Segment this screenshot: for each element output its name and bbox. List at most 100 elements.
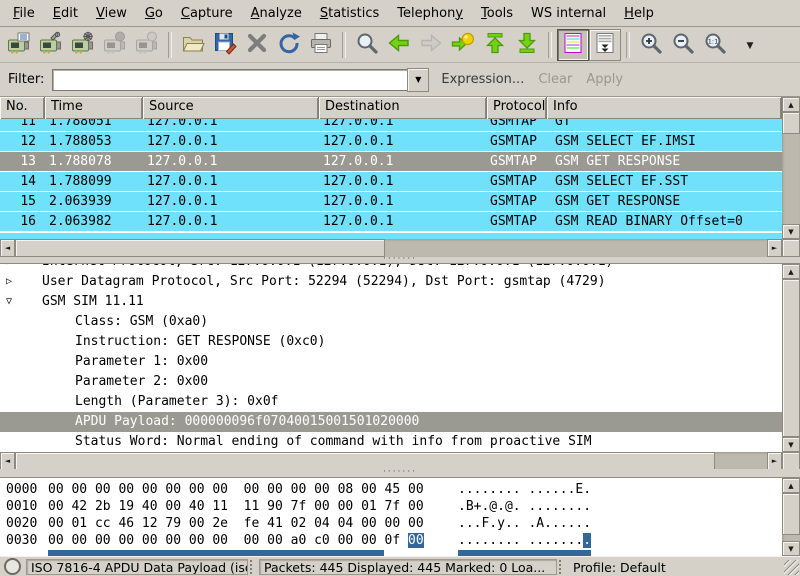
find-packet-button[interactable] — [351, 29, 383, 61]
hex-row[interactable]: 001000 42 2b 19 40 00 40 11 11 90 7f 00 … — [0, 498, 782, 515]
column-header-destination[interactable]: Destination — [319, 97, 487, 119]
menu-edit[interactable]: Edit — [44, 2, 87, 25]
scroll-right-icon[interactable]: ► — [767, 239, 782, 257]
hex-row[interactable]: 000000 00 00 00 00 00 00 00 00 00 00 00 … — [0, 481, 782, 498]
menu-analyze[interactable]: Analyze — [242, 2, 311, 25]
open-file-button[interactable] — [177, 29, 209, 61]
packet-row[interactable]: 141.788099127.0.0.1127.0.0.1GSMTAPGSM SE… — [0, 172, 782, 192]
scroll-up-icon[interactable]: ▲ — [782, 97, 800, 112]
expression-button[interactable]: Expression... — [441, 72, 524, 87]
packet-row[interactable]: 131.788078127.0.0.1127.0.0.1GSMTAPGSM GE… — [0, 152, 782, 172]
close-file-button[interactable] — [241, 29, 273, 61]
capture-restart-button[interactable] — [131, 29, 163, 61]
scroll-down-icon[interactable]: ▼ — [782, 437, 800, 452]
column-header-no[interactable]: No. — [0, 97, 45, 119]
hex-bytes[interactable]: 00 00 00 00 00 00 00 00 00 00 00 00 08 0… — [48, 481, 424, 498]
hex-bytes[interactable]: 00 00 00 00 00 00 00 00 00 00 a0 c0 00 0… — [48, 532, 424, 549]
menu-capture[interactable]: Capture — [172, 2, 242, 25]
go-back-button[interactable] — [383, 29, 415, 61]
filter-dropdown-button[interactable]: ▼ — [407, 68, 429, 92]
detail-row[interactable]: APDU Payload: 000000096f0704001500150102… — [0, 412, 782, 432]
clear-button[interactable]: Clear — [538, 72, 572, 87]
scroll-up-icon[interactable]: ▲ — [782, 478, 800, 493]
expert-info-icon[interactable] — [4, 558, 21, 575]
expand-triangle-icon[interactable]: ▷ — [6, 264, 12, 272]
vscroll-thumb[interactable] — [782, 279, 800, 437]
hscroll-thumb[interactable] — [15, 239, 385, 257]
packet-row[interactable]: 162.063982127.0.0.1127.0.0.1GSMTAPGSM RE… — [0, 212, 782, 232]
detail-row[interactable]: ▷User Datagram Protocol, Src Port: 52294… — [0, 272, 782, 292]
ascii-bytes[interactable]: .B+.@.@. ........ — [458, 498, 591, 515]
hex-row[interactable]: 003000 00 00 00 00 00 00 00 00 00 a0 c0 … — [0, 532, 782, 549]
menu-statistics[interactable]: Statistics — [311, 2, 388, 25]
toolbar-overflow-caret[interactable]: ▼ — [731, 29, 763, 61]
zoom-out-button[interactable] — [667, 29, 699, 61]
capture-options-button[interactable] — [35, 29, 67, 61]
scroll-left-icon[interactable]: ◄ — [0, 452, 15, 470]
packet-row-clipped[interactable]: 111.788051127.0.0.1127.0.0.1GSMTAPGT — [0, 119, 782, 132]
detail-row[interactable]: Status Word: Normal ending of command wi… — [0, 432, 782, 452]
detail-row[interactable]: Parameter 2: 0x00 — [0, 372, 782, 392]
menu-file[interactable]: File — [4, 2, 44, 25]
packet-row[interactable]: 152.063939127.0.0.1127.0.0.1GSMTAPGSM GE… — [0, 192, 782, 212]
colorize-button[interactable] — [557, 29, 589, 61]
resize-grip[interactable] — [784, 560, 799, 575]
menu-view[interactable]: View — [87, 2, 136, 25]
column-header-protocol[interactable]: Protocol — [487, 97, 547, 119]
menu-ws-internal[interactable]: WS internal — [522, 2, 615, 25]
scroll-right-icon[interactable]: ► — [767, 452, 782, 470]
go-forward-button[interactable] — [415, 29, 447, 61]
filter-input[interactable] — [52, 69, 408, 91]
detail-row[interactable]: ▽GSM SIM 11.11 — [0, 292, 782, 312]
capture-interfaces-button[interactable] — [3, 29, 35, 61]
detail-row-clipped[interactable]: ▷Internet Protocol, Src: 127.0.0.1 (127.… — [0, 264, 782, 272]
menu-help[interactable]: Help — [615, 2, 663, 25]
scroll-down-icon[interactable]: ▼ — [782, 224, 800, 239]
detail-row[interactable]: ▷Internet Protocol, Src: 127.0.0.1 (127.… — [0, 264, 782, 272]
detail-row[interactable]: Parameter 1: 0x00 — [0, 352, 782, 372]
detail-row[interactable]: Class: GSM (0xa0) — [0, 312, 782, 332]
go-to-bottom-button[interactable] — [511, 29, 543, 61]
expand-triangle-icon[interactable]: ▷ — [6, 272, 12, 292]
packet-row[interactable]: 111.788051127.0.0.1127.0.0.1GSMTAPGT — [0, 119, 782, 132]
menu-go[interactable]: Go — [136, 2, 172, 25]
hex-row[interactable]: 002000 01 cc 46 12 79 00 2e fe 41 02 04 … — [0, 515, 782, 532]
vscroll-thumb[interactable] — [782, 493, 800, 535]
menu-telephony[interactable]: Telephony — [388, 2, 472, 25]
save-as-button[interactable] — [209, 29, 241, 61]
column-header-info[interactable]: Info — [547, 97, 782, 119]
scroll-down-icon[interactable]: ▼ — [782, 541, 800, 556]
scroll-left-icon[interactable]: ◄ — [0, 239, 15, 257]
ascii-bytes[interactable]: ...F.y.. .A...... — [458, 515, 591, 532]
hex-bytes[interactable]: 00 01 cc 46 12 79 00 2e fe 41 02 04 04 0… — [48, 515, 424, 532]
packet-row[interactable]: 121.788053127.0.0.1127.0.0.1GSMTAPGSM SE… — [0, 132, 782, 152]
hscroll-thumb[interactable] — [15, 452, 715, 470]
hex-bytes[interactable]: 00 42 2b 19 40 00 40 11 11 90 7f 00 00 0… — [48, 498, 424, 515]
detail-row[interactable]: Length (Parameter 3): 0x0f — [0, 392, 782, 412]
apply-button[interactable]: Apply — [586, 72, 623, 87]
column-header-time[interactable]: Time — [45, 97, 143, 119]
scroll-up-icon[interactable]: ▲ — [782, 264, 800, 279]
go-to-packet-button[interactable] — [447, 29, 479, 61]
hex-dump[interactable]: 000000 00 00 00 00 00 00 00 00 00 00 00 … — [0, 481, 782, 549]
reload-button[interactable] — [273, 29, 305, 61]
print-button[interactable] — [305, 29, 337, 61]
statusbar-grip[interactable] — [250, 560, 257, 574]
pane-splitter[interactable]: ······· — [0, 469, 800, 477]
vscroll-thumb[interactable] — [782, 112, 800, 134]
selected-ascii-byte[interactable]: . — [583, 533, 591, 548]
zoom-in-button[interactable] — [635, 29, 667, 61]
zoom-normal-button[interactable]: 1:1 — [699, 29, 731, 61]
detail-row[interactable]: Instruction: GET RESPONSE (0xc0) — [0, 332, 782, 352]
menu-tools[interactable]: Tools — [472, 2, 522, 25]
ascii-bytes[interactable]: ........ ......E. — [458, 481, 591, 498]
go-to-top-button[interactable] — [479, 29, 511, 61]
column-header-source[interactable]: Source — [143, 97, 319, 119]
capture-stop-button[interactable] — [99, 29, 131, 61]
selected-hex-byte[interactable]: 00 — [408, 533, 424, 548]
statusbar-grip[interactable] — [559, 560, 566, 574]
auto-scroll-button[interactable] — [589, 29, 621, 61]
capture-start-button[interactable] — [67, 29, 99, 61]
collapse-triangle-icon[interactable]: ▽ — [6, 292, 12, 312]
ascii-bytes[interactable]: ........ ........ — [458, 532, 591, 549]
